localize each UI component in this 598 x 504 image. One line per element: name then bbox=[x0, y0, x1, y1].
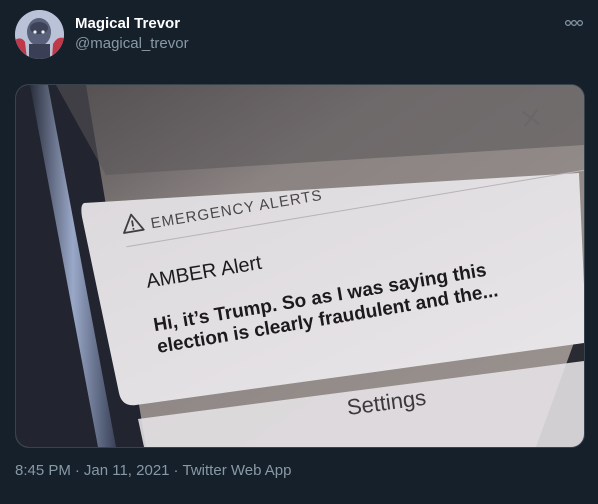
tweet-date[interactable]: Jan 11, 2021 bbox=[84, 462, 170, 479]
more-dots-icon bbox=[564, 19, 584, 27]
meta-separator: · bbox=[173, 462, 179, 479]
tweet-meta: 8:45 PM · Jan 11, 2021 · Twitter Web App bbox=[15, 462, 291, 479]
tweet-source[interactable]: Twitter Web App bbox=[183, 462, 292, 479]
tweet-media-image[interactable]: EMERGENCY ALERTS AMBER Alert Hi, it’s Tr… bbox=[15, 84, 585, 448]
user-handle[interactable]: @magical_trevor bbox=[75, 35, 189, 52]
more-options-button[interactable] bbox=[561, 14, 587, 32]
tweet-card: Magical Trevor @magical_trevor EMERGENCY… bbox=[0, 0, 598, 504]
display-name[interactable]: Magical Trevor bbox=[75, 15, 180, 32]
tweet-time[interactable]: 8:45 PM bbox=[15, 462, 71, 479]
avatar[interactable] bbox=[15, 10, 64, 59]
meta-separator: · bbox=[74, 462, 80, 479]
